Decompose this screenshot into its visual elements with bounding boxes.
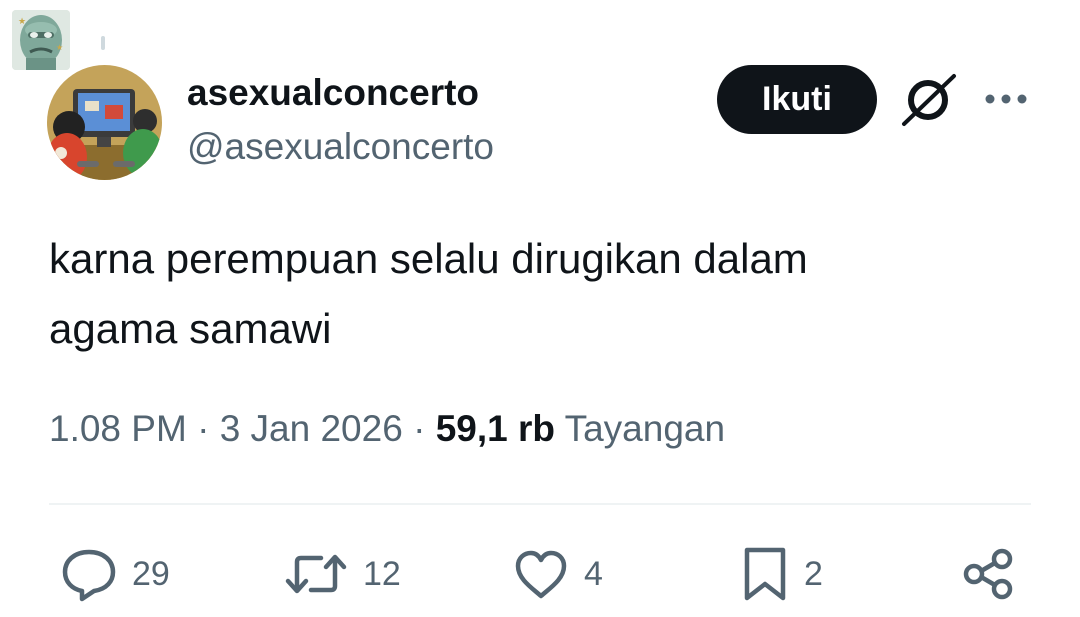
meta-separator: · [197, 408, 210, 449]
author-avatar[interactable] [47, 65, 162, 180]
author-handle[interactable]: @asexualconcerto [187, 120, 667, 174]
svg-text:★: ★ [56, 43, 63, 52]
tweet-time[interactable]: 1.08 PM [49, 408, 187, 449]
reply-icon [60, 546, 118, 602]
follow-button[interactable]: Ikuti [717, 65, 877, 134]
tweet-card: ★ ★ asexualconcerto @asexualconcerto Iku… [0, 0, 1080, 617]
views-label: Tayangan [564, 408, 726, 449]
views-count[interactable]: 59,1 rb [436, 408, 555, 449]
like-button[interactable]: 4 [512, 546, 603, 602]
author-info: asexualconcerto @asexualconcerto [187, 66, 667, 174]
author-display-name[interactable]: asexualconcerto [187, 66, 667, 120]
bookmark-button[interactable]: 2 [740, 546, 823, 602]
tweet-text: karna perempuan selalu dirugikan dalam a… [49, 235, 808, 352]
heart-icon [512, 546, 570, 602]
bookmark-count: 2 [804, 554, 823, 593]
grok-slash-circle-icon[interactable] [898, 72, 958, 128]
thread-connector-line [101, 36, 105, 50]
retweet-count: 12 [363, 554, 401, 593]
svg-text:★: ★ [18, 17, 26, 27]
retweet-button[interactable]: 12 [283, 546, 401, 602]
share-button[interactable] [960, 546, 1016, 602]
reply-button[interactable]: 29 [60, 546, 170, 602]
bookmark-icon [740, 546, 790, 602]
retweet-icon [283, 546, 349, 602]
like-count: 4 [584, 554, 603, 593]
thread-avatar[interactable]: ★ ★ [12, 10, 70, 70]
divider [49, 503, 1031, 505]
meta-separator: · [413, 408, 426, 449]
tweet-date[interactable]: 3 Jan 2026 [220, 408, 403, 449]
tweet-meta: 1.08 PM · 3 Jan 2026 · 59,1 rb Tayangan [49, 404, 725, 454]
reply-count: 29 [132, 554, 170, 593]
share-icon [960, 546, 1016, 602]
more-dots-icon[interactable] [982, 84, 1030, 114]
